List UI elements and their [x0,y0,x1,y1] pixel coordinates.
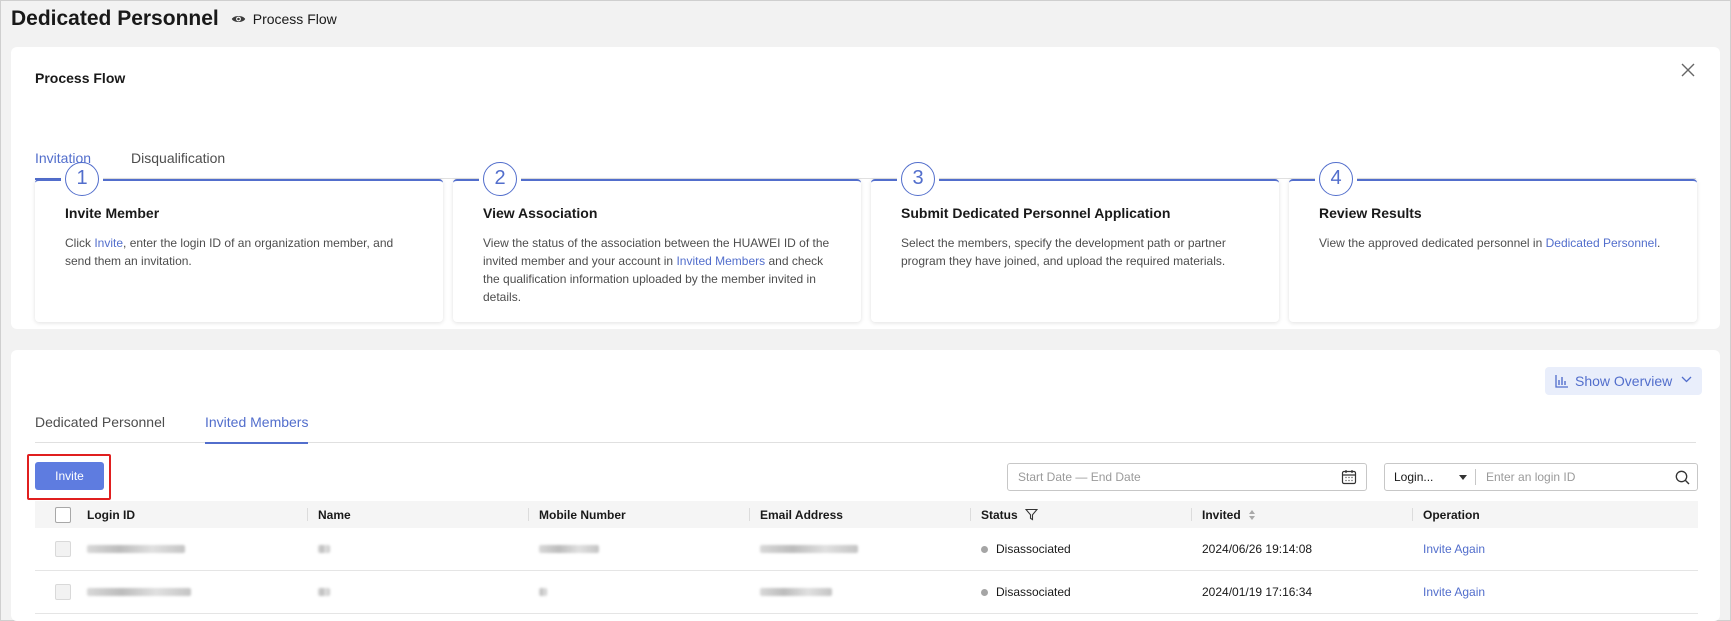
process-flow-link-label: Process Flow [252,11,337,27]
calendar-icon [1341,470,1357,485]
invite-link[interactable]: Invite [94,236,123,250]
invite-again-link[interactable]: Invite Again [1423,585,1485,599]
dedicated-personnel-link[interactable]: Dedicated Personnel [1546,236,1657,250]
invited-members-link[interactable]: Invited Members [676,254,765,268]
email-redacted [760,588,832,596]
step-number: 2 [483,162,517,196]
column-header-name: Name [308,501,529,528]
page-header: Dedicated Personnel Process Flow [11,6,337,32]
date-range-picker[interactable]: Start Date — End Date [1007,463,1367,491]
step-title: Review Results [1319,205,1422,221]
step-card-submit-application: 3 Submit Dedicated Personnel Application… [871,162,1279,322]
process-steps: 1 Invite Member Click Invite, enter the … [35,162,1698,322]
step-title: View Association [483,205,598,221]
status-dot [981,588,988,596]
login-id-redacted [87,588,191,596]
members-panel: Show Overview Dedicated Personnel Invite… [11,350,1720,621]
email-redacted [760,545,858,553]
process-flow-link[interactable]: Process Flow [231,11,337,27]
step-description: Click Invite, enter the login ID of an o… [65,236,394,268]
table-header: Login ID Name Mobile Number Email Addres… [35,501,1698,528]
row-checkbox[interactable] [55,541,71,557]
filter-icon[interactable] [1024,508,1038,521]
page-title: Dedicated Personnel [11,7,219,30]
step-card-view-association: 2 View Association View the status of th… [453,162,861,322]
process-flow-title: Process Flow [35,70,126,86]
date-range-placeholder: Start Date — End Date [1018,470,1141,484]
table-row: Disassociated 2024/06/26 19:14:08 Invite… [35,528,1698,571]
caret-down-icon [1459,475,1467,480]
step-description: View the status of the association betwe… [483,236,830,304]
table-row: Disassociated 2024/01/19 17:16:34 Invite… [35,571,1698,614]
row-checkbox[interactable] [55,584,71,600]
column-header-login-id: Login ID [87,501,308,528]
name-redacted [318,545,330,553]
step-description: View the approved dedicated personnel in… [1319,236,1661,250]
search-field-select[interactable]: Login... [1385,464,1475,490]
step-card-review-results: 4 Review Results View the approved dedic… [1289,162,1697,322]
login-id-search: Login... [1384,463,1698,491]
column-header-operation: Operation [1423,507,1480,522]
status-cell: Disassociated [971,585,1192,599]
column-header-status: Status [971,501,1192,528]
step-title: Submit Dedicated Personnel Application [901,205,1171,221]
select-all-checkbox[interactable] [55,506,71,523]
name-redacted [318,588,330,596]
search-icon[interactable] [1667,470,1697,485]
chevron-down-icon [1681,376,1692,383]
step-description: Select the members, specify the developm… [901,236,1226,268]
invited-time: 2024/06/26 19:14:08 [1202,542,1313,556]
close-icon[interactable] [1678,60,1698,80]
column-header-mobile: Mobile Number [529,501,750,528]
status-text: Disassociated [996,542,1071,556]
bar-chart-icon [1555,375,1568,388]
process-flow-panel: Process Flow Invitation Disqualification… [11,47,1720,329]
column-header-email: Email Address [750,501,971,528]
step-number: 3 [901,162,935,196]
search-input[interactable] [1476,469,1667,485]
show-overview-button[interactable]: Show Overview [1545,367,1702,395]
login-id-redacted [87,545,185,553]
tab-invited-members[interactable]: Invited Members [204,411,309,444]
status-dot [981,545,988,553]
show-overview-label: Show Overview [1575,373,1673,389]
members-tabs: Dedicated Personnel Invited Members [35,411,1696,444]
invited-time: 2024/01/19 17:16:34 [1202,585,1313,599]
step-title: Invite Member [65,205,160,221]
invite-button[interactable]: Invite [35,462,104,490]
invited-members-table: Login ID Name Mobile Number Email Addres… [35,501,1698,614]
step-card-invite-member: 1 Invite Member Click Invite, enter the … [35,162,443,322]
sort-icon[interactable] [1248,509,1256,521]
invite-again-link[interactable]: Invite Again [1423,542,1485,556]
mobile-redacted [539,545,599,553]
step-number: 1 [65,162,99,196]
eye-icon [231,16,245,22]
mobile-redacted [539,588,547,596]
tab-dedicated-personnel[interactable]: Dedicated Personnel [35,411,165,443]
step-number: 4 [1319,162,1353,196]
status-text: Disassociated [996,585,1071,599]
column-header-invited: Invited [1192,501,1413,528]
status-cell: Disassociated [971,542,1192,556]
